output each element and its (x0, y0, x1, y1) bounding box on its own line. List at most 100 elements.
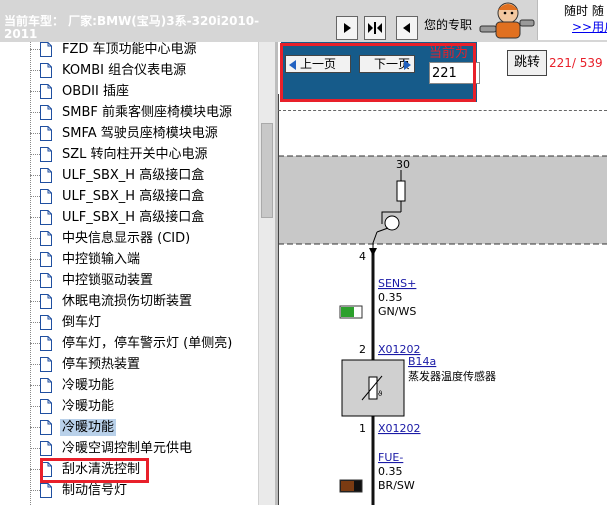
tree-connector (30, 280, 40, 281)
tree-connector (30, 133, 40, 134)
tree-item[interactable]: 冷暖空调控制单元供电 (0, 438, 258, 459)
connector2-link[interactable]: X01202 (378, 422, 421, 435)
back-arrow-icon (403, 23, 410, 33)
tree-item[interactable]: ULF_SBX_H 高级接口盒 (0, 207, 258, 228)
tree-item-label: 冷暖空调控制单元供电 (62, 441, 193, 456)
tree-item-label: 倒车灯 (62, 315, 102, 330)
document-icon (40, 147, 52, 162)
tree-item-label: 冷暖功能 (62, 378, 115, 393)
document-icon (40, 42, 52, 57)
wire2-name-link[interactable]: FUE- (378, 451, 403, 464)
tree-item[interactable]: ULF_SBX_H 高级接口盒 (0, 186, 258, 207)
pin-label-bottom: 1 (359, 422, 366, 435)
tree-item[interactable]: 中控锁输入端 (0, 249, 258, 270)
tree-item[interactable]: 制动信号灯 (0, 480, 258, 501)
tree-item[interactable]: KOMBI 组合仪表电源 (0, 60, 258, 81)
wire1-name-link[interactable]: SENS+ (378, 277, 416, 290)
fit-view-button[interactable] (364, 16, 386, 40)
tree-connector (30, 490, 40, 491)
tree-connector (30, 49, 40, 50)
tree-connector (30, 469, 40, 470)
promo-panel: 随时 随 >>用户 (537, 0, 607, 40)
tree-item[interactable]: 停车预热装置 (0, 354, 258, 375)
document-icon (40, 399, 52, 414)
tree-item-label: SMBF 前乘客侧座椅模块电源 (62, 105, 232, 120)
selection-highlight-outline (40, 458, 149, 483)
tree-connector (30, 343, 40, 344)
tree-item[interactable]: SMBF 前乘客侧座椅模块电源 (0, 102, 258, 123)
circuit-tree-panel: FZD 车顶功能中心电源 KOMBI 组合仪表电源 OBDII 插座 SMBF 前乘客… (0, 42, 258, 505)
mechanic-mascot-icon (479, 2, 535, 39)
tree-connector (30, 385, 40, 386)
document-icon (40, 210, 52, 225)
your-pro-text: 您的专职 (424, 18, 473, 32)
pin-marker-top (369, 248, 377, 256)
tree-connector (30, 238, 40, 239)
document-icon (40, 420, 52, 435)
tree-item[interactable]: OBDII 插座 (0, 81, 258, 102)
document-icon (40, 378, 52, 393)
scrollbar-thumb[interactable] (261, 123, 273, 218)
tree-item[interactable]: 中央信息显示器 (CID) (0, 228, 258, 249)
pager-highlight-outline (280, 43, 476, 102)
tree-item-label: ULF_SBX_H 高级接口盒 (62, 210, 205, 225)
tree-item-label: 冷暖功能 (60, 419, 117, 436)
tree-item-label: FZD 车顶功能中心电源 (62, 42, 197, 57)
wiring-diagram: 30 4 SENS+ 0.35 GN/WS 2 X01202 ϑ B14a 蒸发… (278, 94, 607, 505)
tree-item[interactable]: 冷暖功能 (0, 375, 258, 396)
tree-connector (30, 259, 40, 260)
document-icon (40, 105, 52, 120)
tree-item[interactable]: 休眠电流损伤切断装置 (0, 291, 258, 312)
tree-connector (30, 217, 40, 218)
shaded-band (278, 156, 607, 244)
tree-item[interactable]: 冷暖功能 (0, 396, 258, 417)
document-icon (40, 63, 52, 78)
document-icon (40, 189, 52, 204)
tree-item-label: ULF_SBX_H 高级接口盒 (62, 189, 205, 204)
promo-user-link[interactable]: >>用户 (572, 18, 607, 35)
document-icon (40, 483, 52, 498)
tree-item[interactable]: 冷暖功能 (0, 417, 258, 438)
wire2-size: 0.35 (378, 465, 403, 478)
tree-item[interactable]: 停车灯，停车警示灯 (单侧亮) (0, 333, 258, 354)
page-separator-line (278, 110, 607, 111)
document-icon (40, 294, 52, 309)
tree-scrollbar[interactable] (258, 42, 275, 505)
tree-item-label: 停车预热装置 (62, 357, 141, 372)
document-icon (40, 84, 52, 99)
tree-connector (30, 301, 40, 302)
last-page-button[interactable] (396, 16, 418, 40)
tree-item-label: ULF_SBX_H 高级接口盒 (62, 168, 205, 183)
tree-connector (30, 406, 40, 407)
document-icon (40, 336, 52, 351)
tree-item[interactable]: ULF_SBX_H 高级接口盒 (0, 165, 258, 186)
header-bar: 当前车型： 厂家:BMW(宝马)3系-320i2010-2011 您的专职 随时… (0, 0, 607, 42)
fuse-label: 30 (396, 158, 410, 171)
tree-item[interactable]: 中控锁驱动装置 (0, 270, 258, 291)
wire1-swatch-green (341, 307, 354, 317)
tree-item[interactable]: FZD 车顶功能中心电源 (0, 42, 258, 60)
document-icon (40, 231, 52, 246)
wiring-diagram-area: 30 4 SENS+ 0.35 GN/WS 2 X01202 ϑ B14a 蒸发… (278, 42, 607, 505)
promo-text: 随时 随 (564, 4, 604, 18)
tree-item-label: SZL 转向柱开关中心电源 (62, 147, 208, 162)
sensor-temp-symbol: ϑ (378, 390, 382, 398)
tree-item-label: 制动信号灯 (62, 483, 128, 498)
tree-item[interactable]: SMFA 驾驶员座椅模块电源 (0, 123, 258, 144)
tree-connector (30, 112, 40, 113)
tree-item[interactable]: SZL 转向柱开关中心电源 (0, 144, 258, 165)
tree-connector (30, 448, 40, 449)
sensor-resistor-symbol (368, 376, 378, 400)
component-id-link[interactable]: B14a (408, 355, 436, 368)
tree-connector (30, 91, 40, 92)
tree-connector (30, 196, 40, 197)
tree-connector (30, 154, 40, 155)
first-page-button[interactable] (336, 16, 358, 40)
document-icon (40, 357, 52, 372)
jump-button[interactable]: 跳转 (507, 50, 547, 76)
document-icon (40, 126, 52, 141)
tree-item-label: KOMBI 组合仪表电源 (62, 63, 187, 78)
pin-label-top: 4 (359, 250, 366, 263)
tree-item[interactable]: 倒车灯 (0, 312, 258, 333)
tree-connector (30, 322, 40, 323)
